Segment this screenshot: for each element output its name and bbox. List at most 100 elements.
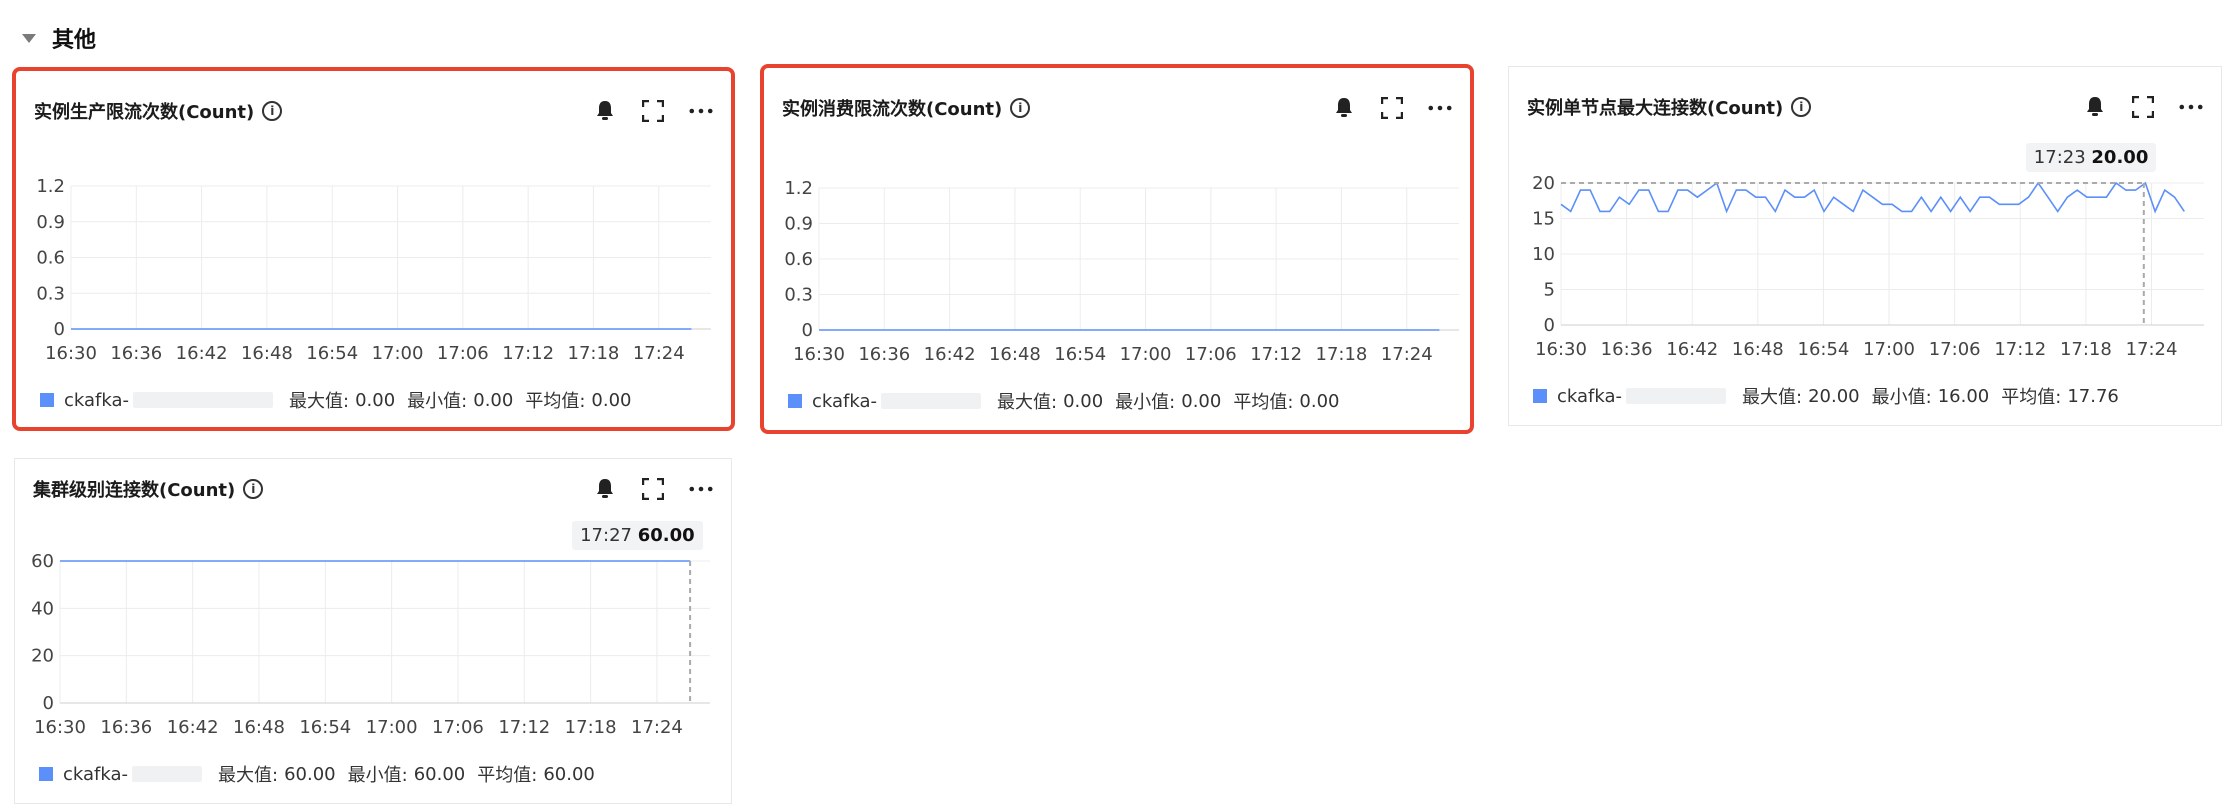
line-chart: 16:30 16:36 16:42 16:48 16:54 17:00 17:06 17:12… xyxy=(1532,173,2204,360)
x-tick-label: 17:00 xyxy=(372,343,424,364)
legend-max-value: 60.00 xyxy=(284,763,336,785)
x-tick-label: 16:54 xyxy=(1798,339,1850,360)
redacted-id xyxy=(1626,388,1727,404)
legend-min-value: 16.00 xyxy=(1937,385,1990,407)
legend-series-name: ckafka- xyxy=(812,390,878,412)
series-line xyxy=(1560,181,2185,214)
tooltip-time: 17:27 xyxy=(580,525,632,546)
x-tick-label: 16:54 xyxy=(306,343,358,364)
legend-swatch xyxy=(39,767,53,781)
y-tick-label: 0 xyxy=(43,693,54,714)
x-tick-label: 17:18 xyxy=(568,343,620,364)
x-tick-label: 17:12 xyxy=(1994,339,2046,360)
y-tick-label: 10 xyxy=(1532,244,1555,265)
x-tick-label: 16:30 xyxy=(45,343,97,364)
legend-min-label: 最小值: xyxy=(407,391,468,412)
legend-avg-label: 平均值: xyxy=(1233,392,1294,413)
x-tick-label: 17:06 xyxy=(437,343,489,364)
y-tick-label: 0.6 xyxy=(36,248,65,269)
legend-min-label: 最小值: xyxy=(1115,392,1176,413)
y-tick-label: 0.3 xyxy=(36,283,65,304)
legend-avg-label: 平均值: xyxy=(2001,387,2062,408)
legend-min-label: 最小值: xyxy=(1871,387,1932,408)
tooltip: 17:23 20.00 xyxy=(2025,143,2157,172)
x-tick-label: 17:00 xyxy=(1863,339,1915,360)
x-tick-label: 16:30 xyxy=(1535,339,1587,360)
x-tick-label: 17:00 xyxy=(1120,344,1172,365)
x-tick-label: 17:24 xyxy=(633,343,685,364)
y-tick-label: 20 xyxy=(31,646,54,667)
x-tick-label: 16:48 xyxy=(233,717,285,738)
metric-card-cluster-connections: 集群级别连接数(Count) i 16:30 16:36 16:42 16:48 16:… xyxy=(14,458,732,804)
metric-card-consume-throttle: 实例消费限流次数(Count) i 16:30 16:36 16:42 16:48 16… xyxy=(760,64,1474,434)
y-tick-label: 0.9 xyxy=(784,214,813,235)
tooltip: 17:27 60.00 xyxy=(572,521,703,550)
legend-min-value: 0.00 xyxy=(473,389,514,411)
x-tick-label: 16:36 xyxy=(1601,339,1653,360)
x-tick-label: 16:42 xyxy=(167,717,219,738)
legend-series-name: ckafka- xyxy=(1557,385,1623,407)
x-tick-label: 17:12 xyxy=(502,343,554,364)
y-tick-label: 0 xyxy=(1544,315,1555,336)
y-tick-label: 0.3 xyxy=(784,285,813,306)
legend-max-label: 最大值: xyxy=(1742,387,1803,408)
y-tick-label: 60 xyxy=(31,551,54,572)
x-tick-label: 17:24 xyxy=(1381,344,1433,365)
y-tick-label: 1.2 xyxy=(784,178,813,199)
x-tick-label: 17:06 xyxy=(1929,339,1981,360)
y-tick-label: 0.6 xyxy=(784,249,813,270)
section-header[interactable]: 其他 xyxy=(22,22,96,54)
legend-avg-value: 17.76 xyxy=(2067,385,2119,407)
legend-avg-value: 0.00 xyxy=(1299,390,1340,412)
y-tick-label: 5 xyxy=(1544,280,1555,301)
legend-swatch xyxy=(40,393,54,407)
legend-max-value: 0.00 xyxy=(355,389,396,411)
legend-avg-label: 平均值: xyxy=(477,765,538,786)
y-tick-label: 15 xyxy=(1532,209,1555,230)
legend-min-label: 最小值: xyxy=(347,765,408,786)
x-tick-label: 16:30 xyxy=(34,717,86,738)
line-chart: 16:30 16:36 16:42 16:48 16:54 17:00 17:06 17:12… xyxy=(784,178,1459,365)
x-tick-label: 17:18 xyxy=(565,717,617,738)
legend-max-label: 最大值: xyxy=(218,765,279,786)
legend-min-value: 60.00 xyxy=(413,763,466,785)
metric-card-max-node-connections: 实例单节点最大连接数(Count) i 16:30 16:36 16:42 16:48… xyxy=(1508,66,2222,426)
chart-legend[interactable]: ckafka- 最大值: 60.00 最小值: 60.00 平均值: 60.00 xyxy=(39,761,595,787)
x-tick-label: 16:36 xyxy=(110,343,162,364)
legend-max-value: 20.00 xyxy=(1808,385,1860,407)
x-tick-label: 17:00 xyxy=(366,717,418,738)
x-tick-label: 17:12 xyxy=(1250,344,1302,365)
tooltip-value: 20.00 xyxy=(2091,147,2149,168)
x-tick-label: 17:18 xyxy=(1316,344,1368,365)
x-tick-label: 16:36 xyxy=(858,344,910,365)
chart-legend[interactable]: ckafka- 最大值: 0.00 最小值: 0.00 平均值: 0.00 xyxy=(40,387,631,413)
redacted-id xyxy=(132,766,203,782)
x-tick-label: 16:54 xyxy=(299,717,351,738)
x-tick-label: 16:36 xyxy=(100,717,152,738)
collapse-caret-icon[interactable] xyxy=(22,33,36,43)
x-tick-label: 17:24 xyxy=(2126,339,2178,360)
legend-max-label: 最大值: xyxy=(997,392,1058,413)
tooltip-value: 60.00 xyxy=(637,525,695,546)
redacted-id xyxy=(881,393,982,409)
chart-legend[interactable]: ckafka- 最大值: 0.00 最小值: 0.00 平均值: 0.00 xyxy=(788,388,1339,414)
legend-swatch xyxy=(788,394,802,408)
x-tick-label: 16:42 xyxy=(924,344,976,365)
legend-series-name: ckafka- xyxy=(64,389,130,411)
x-tick-label: 16:42 xyxy=(1666,339,1718,360)
tooltip-time: 17:23 xyxy=(2033,147,2086,168)
line-chart: 16:30 16:36 16:42 16:48 16:54 17:00 17:06 17:12… xyxy=(36,176,711,364)
legend-avg-label: 平均值: xyxy=(525,391,586,412)
chart-legend[interactable]: ckafka- 最大值: 20.00 最小值: 16.00 平均值: 17.76 xyxy=(1533,383,2119,409)
x-tick-label: 16:54 xyxy=(1054,344,1106,365)
y-tick-label: 0.9 xyxy=(36,212,65,233)
y-tick-label: 40 xyxy=(31,598,54,619)
legend-min-value: 0.00 xyxy=(1181,390,1222,412)
legend-max-label: 最大值: xyxy=(289,391,350,412)
x-tick-label: 16:48 xyxy=(241,343,293,364)
y-tick-label: 0 xyxy=(802,320,813,341)
section-title: 其他 xyxy=(52,28,97,53)
y-tick-label: 20 xyxy=(1532,173,1555,194)
x-tick-label: 17:12 xyxy=(498,717,550,738)
legend-swatch xyxy=(1533,389,1547,403)
